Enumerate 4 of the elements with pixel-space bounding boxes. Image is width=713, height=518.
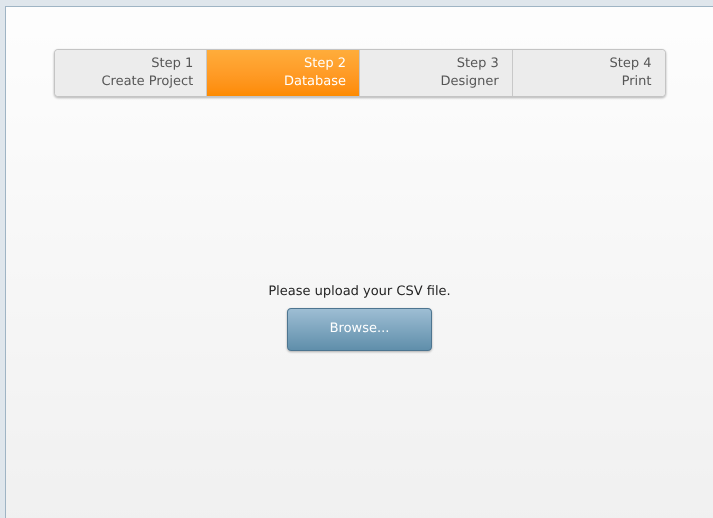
upload-instruction: Please upload your CSV file. — [268, 283, 451, 301]
step-tab[interactable]: Step 4 Print — [512, 50, 664, 96]
step-tab[interactable]: Step 3 Designer — [359, 50, 512, 96]
step-tab[interactable]: Step 1 Create Project — [54, 50, 206, 96]
